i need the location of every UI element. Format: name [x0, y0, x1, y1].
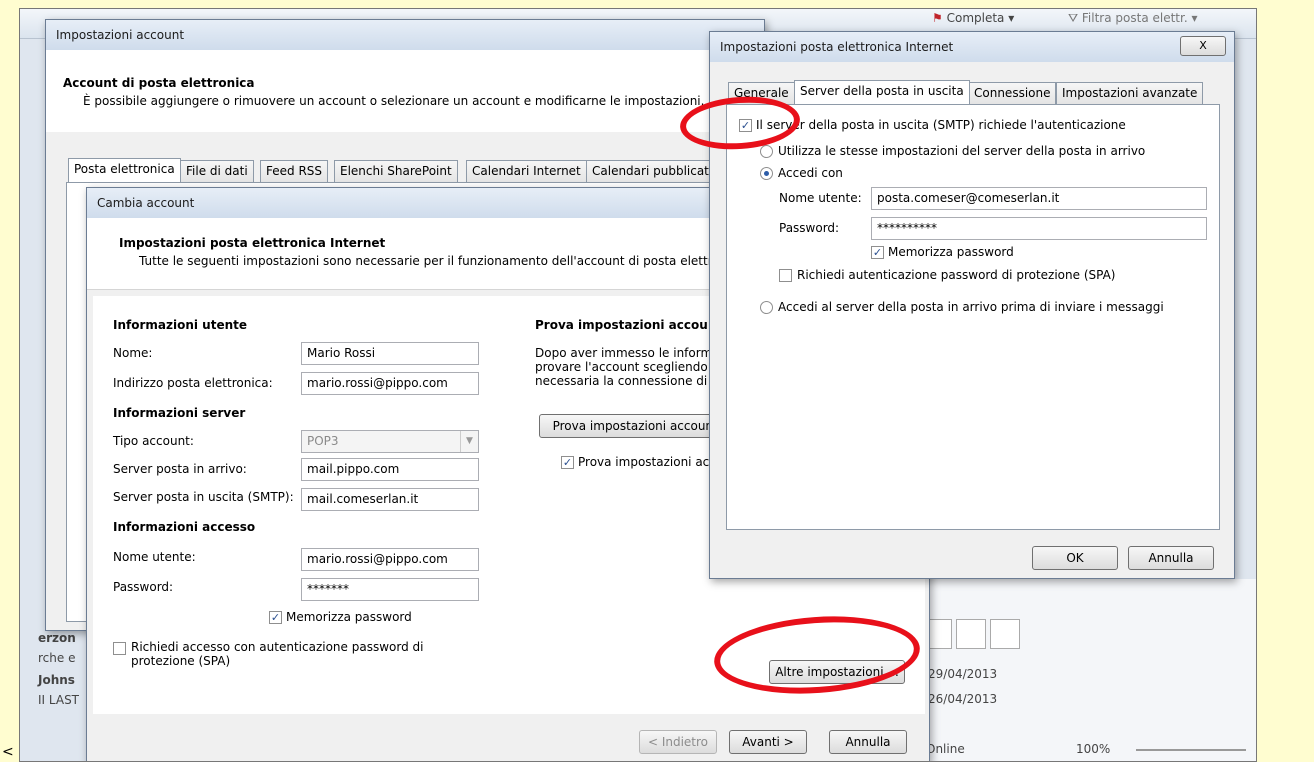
back-button[interactable]: < Indietro — [639, 730, 717, 754]
test-text-line: Dopo aver immesso le informa — [535, 346, 720, 360]
account-type-label: Tipo account: — [113, 434, 194, 448]
password-label: Password: — [779, 221, 840, 235]
remember-password-label: Memorizza password — [286, 610, 412, 624]
login-before-label: Accedi al server della posta in arrivo p… — [778, 300, 1164, 314]
spa-checkbox[interactable] — [779, 269, 792, 282]
name-field[interactable]: Mario Rossi — [301, 342, 479, 365]
test-on-next-checkbox[interactable]: ✓ — [561, 456, 574, 469]
login-before-radio[interactable] — [760, 301, 773, 314]
ok-button[interactable]: OK — [1032, 546, 1118, 570]
date-item: 26/04/2013 — [928, 692, 998, 706]
remember-password-checkbox[interactable]: ✓ — [269, 611, 282, 624]
tab-content: ✓ Il server della posta in uscita (SMTP)… — [726, 104, 1220, 530]
outgoing-server-label: Server posta in uscita (SMTP): — [113, 490, 294, 504]
tab-sharepoint-lists[interactable]: Elenchi SharePoint — [334, 160, 458, 182]
list-item[interactable]: Johns — [38, 673, 75, 687]
use-same-settings-radio[interactable] — [760, 145, 773, 158]
remember-password-label: Memorizza password — [888, 245, 1014, 259]
use-same-settings-label: Utilizza le stesse impostazioni del serv… — [778, 144, 1146, 158]
spa-label: Richiedi accesso con autenticazione pass… — [131, 640, 424, 668]
password-field[interactable]: ******* — [301, 578, 479, 601]
test-text-line: provare l'account scegliendo il — [535, 360, 719, 374]
user-info-heading: Informazioni utente — [113, 318, 248, 332]
tab-published-calendars[interactable]: Calendari pubblicati — [586, 160, 719, 182]
smtp-auth-label: Il server della posta in uscita (SMTP) r… — [756, 118, 1126, 132]
flag-icon: ⚑ — [932, 11, 943, 25]
access-info-heading: Informazioni accesso — [113, 520, 256, 534]
tab-internet-calendars[interactable]: Calendari Internet — [466, 160, 587, 182]
settings-tabs: Generale Server della posta in uscita Co… — [728, 80, 1228, 104]
incoming-server-label: Server posta in arrivo: — [113, 462, 247, 476]
account-type-value: POP3 — [307, 434, 339, 448]
tab-connection[interactable]: Connessione — [968, 82, 1057, 104]
partial-char: < — [2, 744, 14, 760]
name-label: Nome: — [113, 346, 153, 360]
cancel-button[interactable]: Annulla — [829, 730, 907, 754]
outlook-right-pane: 29/04/2013 26/04/2013 Online 100% — [910, 579, 1256, 761]
server-info-heading: Informazioni server — [113, 406, 246, 420]
list-item[interactable]: erzon — [38, 631, 76, 645]
section-heading: Account di posta elettronica — [63, 76, 255, 90]
cancel-button[interactable]: Annulla — [1128, 546, 1214, 570]
section-description: È possibile aggiungere o rimuovere un ac… — [83, 94, 705, 108]
username-field[interactable]: mario.rossi@pippo.com — [301, 548, 479, 571]
status-online: Online — [926, 742, 965, 756]
password-label: Password: — [113, 580, 174, 594]
password-field[interactable]: ********** — [871, 217, 1207, 240]
tab-advanced[interactable]: Impostazioni avanzate — [1056, 82, 1204, 104]
tab-outgoing-server[interactable]: Server della posta in uscita — [794, 80, 970, 104]
dialog-title: Impostazioni posta elettronica Internet — [710, 32, 1234, 62]
people-pane — [922, 619, 1032, 653]
outgoing-server-field[interactable]: mail.comeserlan.it — [301, 488, 479, 511]
account-type-select: POP3 ▼ — [301, 430, 479, 453]
remember-password-checkbox[interactable]: ✓ — [871, 246, 884, 259]
date-item: 29/04/2013 — [928, 667, 998, 681]
section-subheading: Tutte le seguenti impostazioni sono nece… — [139, 254, 731, 268]
header-panel: Account di posta elettronica È possibile… — [46, 50, 764, 132]
login-with-radio[interactable] — [760, 167, 773, 180]
username-label: Nome utente: — [779, 191, 862, 205]
spa-label: Richiedi autenticazione password di prot… — [797, 268, 1116, 282]
tab-data-files[interactable]: File di dati — [180, 160, 254, 182]
list-item[interactable]: rche e — [38, 651, 75, 665]
username-field[interactable]: posta.comeser@comeserlan.it — [871, 187, 1207, 210]
filter-menu[interactable]: ⛛ Filtra posta elettr. ▾ — [1068, 11, 1198, 26]
test-on-next-label: Prova impostazioni acc — [578, 455, 716, 469]
zoom-slider[interactable] — [1136, 749, 1246, 751]
chevron-down-icon: ▼ — [460, 431, 478, 452]
dialog-title: Impostazioni account — [46, 20, 764, 50]
email-label: Indirizzo posta elettronica: — [113, 376, 273, 390]
test-settings-heading: Prova impostazioni accou — [535, 318, 708, 332]
complete-menu[interactable]: ⚑ Completa ▾ — [932, 11, 1014, 25]
tab-rss-feeds[interactable]: Feed RSS — [260, 160, 329, 182]
incoming-server-field[interactable]: mail.pippo.com — [301, 458, 479, 481]
test-text-line: necessaria la connessione di re — [535, 374, 724, 388]
close-button[interactable]: X — [1180, 36, 1226, 56]
tab-email[interactable]: Posta elettronica — [68, 158, 181, 182]
close-icon: X — [1199, 39, 1207, 52]
email-field[interactable]: mario.rossi@pippo.com — [301, 372, 479, 395]
avatar — [990, 619, 1020, 649]
zoom-level[interactable]: 100% — [1076, 742, 1110, 756]
next-button[interactable]: Avanti > — [729, 730, 807, 754]
list-item[interactable]: II LAST — [38, 693, 79, 707]
avatar — [956, 619, 986, 649]
spa-checkbox[interactable] — [113, 642, 126, 655]
screenshot-frame: ⚑ Completa ▾ ⛛ Filtra posta elettr. ▾ 29… — [19, 8, 1257, 762]
section-heading: Impostazioni posta elettronica Internet — [119, 236, 386, 250]
account-tabs: Posta elettronica File di dati Feed RSS … — [68, 158, 764, 182]
username-label: Nome utente: — [113, 550, 196, 564]
login-with-label: Accedi con — [778, 166, 843, 180]
